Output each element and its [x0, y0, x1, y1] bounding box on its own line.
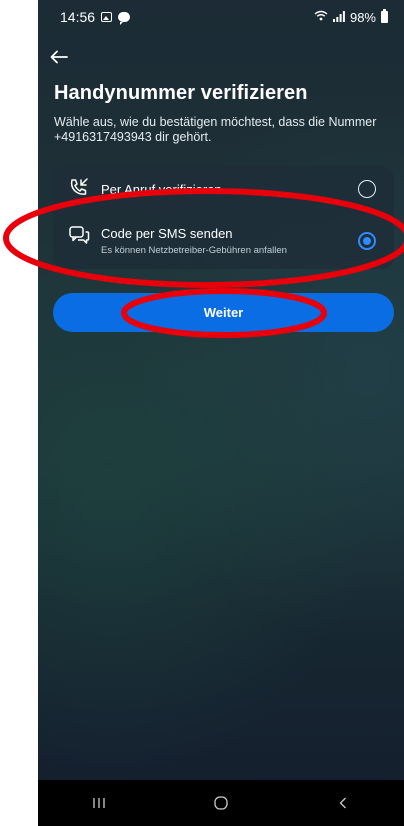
system-nav-bar — [38, 780, 404, 826]
option-call-verify[interactable]: Per Anruf verifizieren — [53, 166, 394, 210]
status-right: 98% — [314, 9, 388, 25]
chat-icon — [118, 12, 131, 25]
status-bar: 14:56 98% — [38, 0, 404, 34]
option-sms-code[interactable]: Code per SMS senden Es können Netzbetrei… — [53, 216, 394, 269]
chat-bubbles-icon — [68, 224, 90, 246]
verification-options: Per Anruf verifizieren Code per SMS send… — [53, 166, 394, 269]
status-time: 14:56 — [60, 9, 96, 25]
radio-sms-selected[interactable] — [358, 232, 376, 250]
option-call-label: Per Anruf verifizieren — [101, 182, 222, 197]
gallery-icon — [101, 12, 113, 22]
phone-call-icon — [68, 177, 90, 199]
page-title: Handynummer verifizieren — [54, 82, 308, 104]
weiter-button[interactable]: Weiter — [53, 293, 394, 332]
home-icon[interactable] — [201, 788, 241, 818]
radio-call[interactable] — [358, 180, 376, 198]
recents-icon[interactable] — [79, 788, 119, 818]
wifi-icon — [314, 10, 328, 24]
back-arrow-icon[interactable] — [50, 44, 80, 70]
status-left: 14:56 — [60, 9, 131, 25]
battery-percent: 98% — [349, 9, 376, 25]
page-subtitle: Wähle aus, wie du bestätigen möchtest, d… — [54, 115, 377, 144]
battery-icon — [381, 9, 388, 23]
signal-icon — [332, 10, 345, 25]
option-sms-label: Code per SMS senden — [101, 226, 233, 241]
option-sms-note: Es können Netzbetreiber-Gebühren anfalle… — [101, 245, 287, 256]
phone-screen: 14:56 98% Handynummer verifizieren Wähle… — [38, 0, 404, 826]
back-nav-icon[interactable] — [323, 788, 363, 818]
